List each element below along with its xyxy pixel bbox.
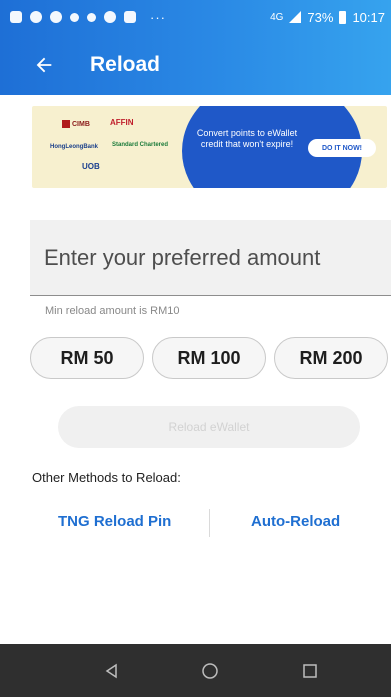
signal-icon: [289, 11, 302, 23]
auto-reload-link[interactable]: Auto-Reload: [251, 513, 340, 530]
preset-rm100-button[interactable]: RM 100: [152, 337, 266, 379]
promo-banner[interactable]: CIMB AFFIN HongLeongBank Standard Charte…: [32, 106, 387, 188]
status-bar: ··· 4G 73% 10:17: [0, 0, 391, 34]
system-status: 4G 73% 10:17: [270, 10, 385, 25]
battery-percent: 73%: [307, 9, 334, 25]
system-nav-bar: [0, 644, 391, 697]
amount-field[interactable]: [30, 220, 391, 296]
bank-logos: CIMB AFFIN HongLeongBank Standard Charte…: [32, 106, 182, 188]
more-notifications-indicator: ···: [150, 9, 166, 25]
amount-input[interactable]: [44, 242, 384, 274]
nav-recents-button[interactable]: [296, 657, 324, 685]
tiktok-icon: [70, 12, 79, 22]
page-title: Reload: [90, 52, 161, 76]
tiktok-icon: [87, 12, 96, 22]
preset-rm200-button[interactable]: RM 200: [274, 337, 388, 379]
square-recents-icon: [303, 664, 317, 678]
top-bar: ··· 4G 73% 10:17 Reload: [0, 0, 391, 95]
hongleong-logo: HongLeongBank: [50, 144, 98, 150]
gallery-icon: [10, 11, 22, 23]
affin-logo: AFFIN: [110, 118, 134, 127]
battery-icon: [339, 10, 347, 24]
banner-cta-button[interactable]: DO IT NOW!: [308, 139, 376, 157]
nav-back-button[interactable]: [98, 657, 126, 685]
sync-icon: [104, 11, 116, 23]
circle-home-icon: [202, 663, 218, 679]
uob-logo: UOB: [82, 162, 100, 171]
banner-tagline: Convert points to eWallet credit that wo…: [196, 128, 298, 149]
cimb-logo: CIMB: [62, 120, 90, 128]
triangle-back-icon: [105, 663, 117, 679]
arrow-left-icon: [36, 57, 52, 72]
links-divider: [209, 509, 210, 537]
min-amount-hint: Min reload amount is RM10: [45, 305, 180, 317]
facebook-icon: [30, 11, 42, 23]
other-methods-label: Other Methods to Reload:: [32, 470, 181, 485]
notification-icons: [10, 11, 136, 23]
tng-reload-pin-link[interactable]: TNG Reload Pin: [58, 513, 171, 530]
reload-ewallet-button[interactable]: Reload eWallet: [58, 406, 360, 448]
nav-home-button[interactable]: [196, 657, 224, 685]
facebook-icon: [50, 11, 62, 23]
network-type: 4G: [270, 11, 284, 23]
android-icon: [124, 11, 136, 23]
standard-chartered-logo: Standard Chartered: [112, 142, 169, 148]
back-button[interactable]: [20, 41, 68, 89]
clock: 10:17: [352, 9, 385, 25]
preset-rm50-button[interactable]: RM 50: [30, 337, 144, 379]
app-bar: Reload: [0, 34, 391, 95]
